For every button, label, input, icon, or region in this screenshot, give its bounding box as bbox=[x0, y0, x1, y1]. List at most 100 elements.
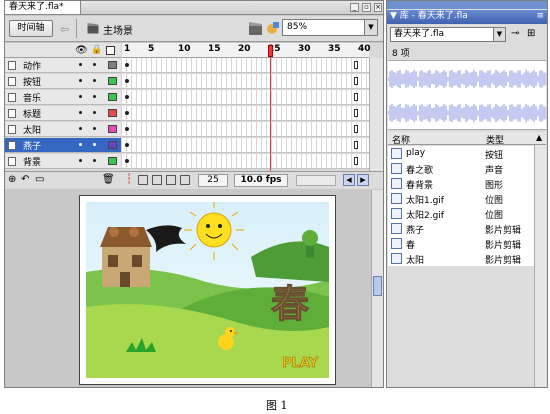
edit-scene-icon[interactable] bbox=[249, 20, 263, 36]
add-folder-icon[interactable]: ▭ bbox=[35, 174, 44, 185]
layer-outline-swatch[interactable] bbox=[108, 77, 117, 85]
layer-row[interactable]: 按钮 bbox=[5, 74, 121, 89]
edit-multiple-frames-icon[interactable] bbox=[166, 175, 176, 185]
modify-onion-markers-icon[interactable] bbox=[180, 175, 190, 185]
layer-row[interactable]: 动作 bbox=[5, 58, 121, 73]
frame-rate-field[interactable]: 10.0 fps bbox=[234, 174, 288, 187]
stage[interactable]: 春 PLAY bbox=[79, 195, 336, 385]
add-layer-icon[interactable]: ⊕ bbox=[8, 174, 16, 185]
zoom-select[interactable]: 85% ▼ bbox=[282, 19, 378, 36]
frame-row[interactable] bbox=[122, 74, 369, 89]
end-frame-marker[interactable] bbox=[354, 77, 358, 85]
lock-dot[interactable] bbox=[93, 79, 96, 82]
visibility-dot[interactable] bbox=[79, 127, 82, 130]
close-icon[interactable]: × bbox=[374, 3, 382, 12]
frame-ruler[interactable]: 1 5 10 15 20 25 30 35 40 bbox=[122, 43, 371, 58]
scroll-left-icon[interactable]: ◀ bbox=[343, 174, 355, 186]
eye-icon[interactable]: 👁 bbox=[75, 45, 88, 56]
library-item[interactable]: 太阳2.gif 位图 bbox=[388, 206, 534, 221]
restore-icon[interactable]: ▫ bbox=[362, 3, 371, 12]
visibility-dot[interactable] bbox=[79, 95, 82, 98]
visibility-dot[interactable] bbox=[79, 79, 82, 82]
end-frame-marker[interactable] bbox=[354, 157, 358, 165]
keyframe[interactable] bbox=[125, 159, 129, 163]
lock-dot[interactable] bbox=[93, 127, 96, 130]
end-frame-marker[interactable] bbox=[354, 93, 358, 101]
sort-icon[interactable]: ▲ bbox=[536, 133, 542, 142]
playhead[interactable] bbox=[268, 43, 273, 189]
playhead-handle[interactable] bbox=[268, 45, 273, 57]
current-frame-field[interactable]: 25 bbox=[198, 174, 228, 187]
frame-row[interactable] bbox=[122, 90, 369, 105]
panel-menu-icon[interactable]: ≡ bbox=[536, 10, 544, 23]
frame-row[interactable] bbox=[122, 58, 369, 73]
document-tab[interactable]: 春天来了.fla* bbox=[5, 1, 81, 15]
visibility-dot[interactable] bbox=[79, 63, 82, 66]
minimize-icon[interactable]: _ bbox=[350, 3, 359, 12]
layer-row[interactable]: 太阳 bbox=[5, 122, 121, 137]
stage-vscroll[interactable] bbox=[371, 190, 383, 387]
library-item[interactable]: 燕子 影片剪辑 bbox=[388, 221, 534, 236]
scene-name[interactable]: 主场景 bbox=[103, 22, 133, 37]
layer-outline-swatch[interactable] bbox=[108, 93, 117, 101]
new-library-panel-icon[interactable]: ⊞ bbox=[527, 28, 535, 39]
keyframe[interactable] bbox=[125, 127, 129, 131]
play-button-text[interactable]: PLAY bbox=[282, 356, 319, 372]
end-frame-marker[interactable] bbox=[354, 141, 358, 149]
pin-library-icon[interactable]: ⊸ bbox=[511, 28, 519, 39]
library-item[interactable]: play 按钮 bbox=[388, 146, 534, 161]
frame-row[interactable] bbox=[122, 138, 369, 153]
layer-outline-swatch[interactable] bbox=[108, 61, 117, 69]
onion-skin-icon[interactable] bbox=[138, 175, 148, 185]
back-arrow-icon[interactable]: ⇦ bbox=[60, 23, 69, 36]
lock-dot[interactable] bbox=[93, 111, 96, 114]
frame-row[interactable] bbox=[122, 122, 369, 137]
keyframe[interactable] bbox=[125, 95, 129, 99]
layer-row[interactable]: 标题 bbox=[5, 106, 121, 121]
library-item[interactable]: 太阳1.gif 位图 bbox=[388, 191, 534, 206]
library-document-select[interactable]: 春天来了.fla ▼ bbox=[390, 27, 506, 42]
edit-symbol-icon[interactable] bbox=[266, 20, 280, 36]
library-item[interactable]: 春 影片剪辑 bbox=[388, 236, 534, 251]
layer-row[interactable]: 音乐 bbox=[5, 90, 121, 105]
lock-dot[interactable] bbox=[93, 143, 96, 146]
chevron-down-icon[interactable]: ▼ bbox=[493, 28, 505, 41]
keyframe[interactable] bbox=[125, 63, 129, 67]
visibility-dot[interactable] bbox=[79, 143, 82, 146]
layer-outline-swatch[interactable] bbox=[108, 141, 117, 149]
lock-icon[interactable]: 🔒 bbox=[91, 45, 102, 55]
collapse-triangle-icon[interactable]: ▼ bbox=[390, 11, 400, 21]
column-type-header[interactable]: 类型 bbox=[486, 133, 504, 146]
layer-row[interactable]: 燕子 bbox=[5, 138, 121, 153]
timeline-vscroll[interactable] bbox=[369, 58, 383, 171]
layer-outline-swatch[interactable] bbox=[108, 109, 117, 117]
end-frame-marker[interactable] bbox=[354, 109, 358, 117]
visibility-dot[interactable] bbox=[79, 159, 82, 162]
frame-row[interactable] bbox=[122, 154, 369, 169]
chevron-down-icon[interactable]: ▼ bbox=[364, 20, 377, 35]
library-item[interactable]: 太阳 影片剪辑 bbox=[388, 251, 534, 266]
layer-row[interactable]: 背景 bbox=[5, 154, 121, 169]
lock-dot[interactable] bbox=[93, 159, 96, 162]
keyframe[interactable] bbox=[125, 143, 129, 147]
layer-outline-swatch[interactable] bbox=[108, 157, 117, 165]
lock-dot[interactable] bbox=[93, 63, 96, 66]
library-title-bar[interactable]: ▼ 库 - 春天来了.fla ≡ bbox=[387, 10, 547, 24]
delete-layer-icon[interactable]: 🗑 bbox=[102, 174, 115, 185]
layer-outline-swatch[interactable] bbox=[108, 125, 117, 133]
library-vscroll[interactable] bbox=[534, 145, 546, 387]
scroll-right-icon[interactable]: ▶ bbox=[357, 174, 369, 186]
library-item[interactable]: 春之歌 声音 bbox=[388, 161, 534, 176]
outline-icon[interactable] bbox=[106, 46, 115, 55]
library-item[interactable]: 春背景 图形 bbox=[388, 176, 534, 191]
keyframe[interactable] bbox=[125, 111, 129, 115]
frame-row[interactable] bbox=[122, 106, 369, 121]
keyframe[interactable] bbox=[125, 79, 129, 83]
column-name-header[interactable]: 名称 bbox=[392, 133, 410, 146]
stage-vscroll-thumb[interactable] bbox=[373, 276, 382, 296]
visibility-dot[interactable] bbox=[79, 111, 82, 114]
timeline-hscroll[interactable] bbox=[296, 175, 336, 186]
timeline-toggle-button[interactable]: 时间轴 bbox=[9, 20, 53, 37]
onion-outline-icon[interactable] bbox=[152, 175, 162, 185]
end-frame-marker[interactable] bbox=[354, 61, 358, 69]
